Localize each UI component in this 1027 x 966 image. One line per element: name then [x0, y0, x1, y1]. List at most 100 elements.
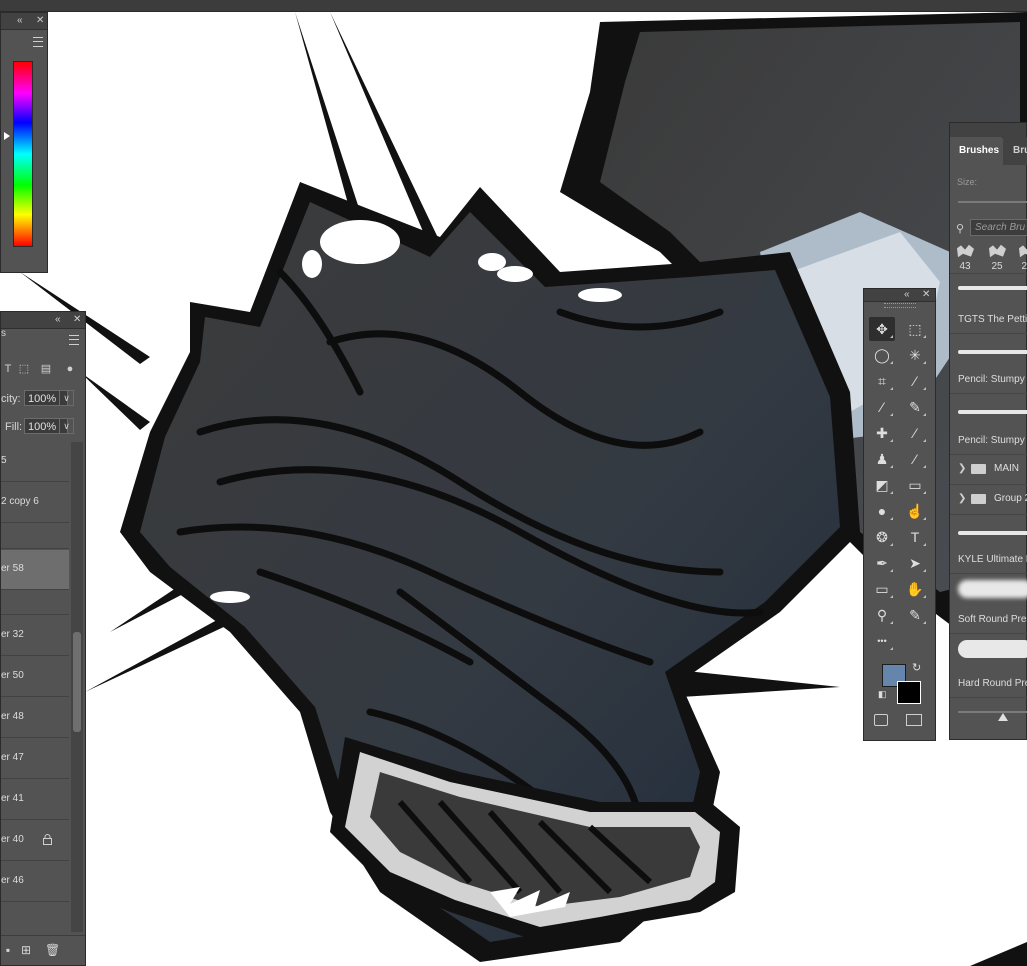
type-filter-icon[interactable]: T [1, 362, 15, 376]
brush-preset[interactable]: Pencil: Stumpy [950, 334, 1027, 394]
crop-icon[interactable]: ⌗ [869, 369, 895, 393]
magic-wand-icon[interactable]: ✳ [902, 343, 928, 367]
gradient-icon[interactable]: ▭ [902, 473, 928, 497]
layer-name: 5 [1, 455, 7, 466]
opacity-label: city: [1, 393, 21, 405]
swap-colors-icon[interactable]: ↻ [912, 661, 921, 674]
panel-menu-icon[interactable] [69, 335, 79, 345]
blur-icon[interactable]: ● [869, 499, 895, 523]
recent-brush-preset[interactable]: 25 [1013, 241, 1027, 275]
eraser-icon[interactable]: ◩ [869, 473, 895, 497]
move-icon[interactable]: ✥ [869, 317, 895, 341]
new-group-icon[interactable]: ▪ [1, 943, 15, 957]
tab-brushes[interactable]: Brushes [950, 137, 1002, 165]
layer-row[interactable] [1, 524, 69, 549]
layers-scrollbar[interactable] [71, 442, 83, 932]
layer-row[interactable]: 5 [1, 442, 69, 482]
color-panel-titlebar[interactable]: « ✕ [1, 13, 47, 30]
hue-slider[interactable] [13, 61, 33, 247]
trash-icon[interactable]: 🗑 [45, 943, 60, 957]
brush-preset[interactable]: Soft Round Pres [950, 574, 1027, 634]
rectangle-icon[interactable]: ▭ [869, 577, 895, 601]
chevron-down-icon[interactable]: ∨ [59, 418, 74, 434]
quick-mask-icon[interactable] [874, 714, 888, 726]
layer-name: er 41 [1, 793, 24, 804]
brush-group[interactable]: ❯ Group 2 [950, 485, 1027, 515]
brush-preset[interactable]: KYLE Ultimate P [950, 515, 1027, 574]
layers-panel-titlebar[interactable]: « ✕ [1, 312, 85, 329]
tools-panel-titlebar[interactable]: « ✕ [864, 289, 935, 302]
size-slider[interactable] [958, 201, 1027, 203]
screen-mode-icon[interactable] [906, 714, 922, 726]
layer-row[interactable]: 2 copy 6 [1, 483, 69, 523]
slider-thumb[interactable] [998, 713, 1008, 721]
close-icon[interactable]: ✕ [36, 14, 44, 28]
brush-preset[interactable]: Pencil: Stumpy [950, 394, 1027, 455]
hand-icon[interactable]: ✋ [902, 577, 928, 601]
healing-icon[interactable]: ✚ [869, 421, 895, 445]
tools-panel: « ✕ ✥ ⬚ ◯ ✳ ⌗ ⁄ ⁄ ✎ ✚ ⁄ ♟ ⁄ ◩ ▭ ● ☝ ❂ T ✒ ➤ ▭ ✋ ⚲ ✎ ••• ↻ ◧ [863, 288, 936, 741]
type-icon[interactable]: T [902, 525, 928, 549]
default-colors-icon[interactable]: ◧ [878, 689, 887, 700]
chevron-right-icon[interactable]: ❯ [958, 463, 966, 474]
preview-size-slider[interactable] [958, 711, 1027, 713]
layer-row-selected[interactable]: er 58 [1, 550, 69, 590]
chevron-right-icon[interactable]: ❯ [958, 493, 966, 504]
collapse-panel-icon[interactable]: « [904, 288, 910, 302]
tool-group-indicator [923, 543, 926, 546]
more-tools-icon[interactable]: ••• [869, 629, 895, 653]
recent-brush-preset[interactable]: 43 [951, 241, 979, 275]
spot-heal-icon[interactable]: ✎ [902, 603, 928, 627]
layer-row[interactable]: er 48 [1, 698, 69, 738]
tool-group-indicator [890, 517, 893, 520]
close-icon[interactable]: ✕ [922, 288, 930, 302]
shape-filter-icon[interactable]: ⬚ [17, 362, 31, 376]
brush-icon[interactable]: ⁄ [869, 395, 895, 419]
background-color-swatch[interactable] [897, 681, 921, 704]
brushes-panel-titlebar[interactable] [950, 123, 1026, 138]
panel-menu-icon[interactable] [33, 37, 43, 47]
layer-row[interactable]: er 41 [1, 780, 69, 820]
recent-brush-preset[interactable]: 25 [983, 241, 1011, 275]
pen-icon[interactable]: ✒ [869, 551, 895, 575]
stamp-icon[interactable]: ♟ [869, 447, 895, 471]
brush-search-input[interactable]: Search Bru [970, 219, 1027, 236]
layer-row[interactable]: er 50 [1, 657, 69, 697]
preset-size: 25 [991, 261, 1003, 272]
zoom-icon[interactable]: ⚲ [869, 603, 895, 627]
collapse-panel-icon[interactable]: « [55, 313, 61, 327]
brush-stroke-preview [958, 286, 1027, 290]
close-icon[interactable]: ✕ [73, 313, 81, 327]
layers-footer: ▪ ⊞ 🗑 [1, 935, 85, 966]
brush-preset[interactable]: Hard Round Pre [950, 634, 1027, 698]
layer-row[interactable]: er 32 [1, 616, 69, 656]
new-layer-icon[interactable]: ⊞ [19, 943, 33, 957]
layer-row[interactable]: er 47 [1, 739, 69, 779]
brush-preset[interactable]: TGTS The Pettib [950, 274, 1027, 334]
smart-object-filter-icon[interactable]: ▤ [39, 362, 53, 376]
drag-handle[interactable] [884, 303, 916, 308]
filter-toggle-icon[interactable]: ● [63, 362, 77, 376]
hue-slider-pointer[interactable] [4, 132, 10, 140]
sponge-icon[interactable]: ❂ [869, 525, 895, 549]
chevron-down-icon[interactable]: ∨ [59, 390, 74, 406]
layer-row[interactable]: er 46 [1, 862, 69, 902]
layer-row[interactable]: er 40 [1, 821, 69, 861]
tool-group-indicator [923, 387, 926, 390]
history-brush-icon[interactable]: ⁄ [902, 421, 928, 445]
smudge-icon[interactable]: ☝ [902, 499, 928, 523]
marquee-icon[interactable]: ⬚ [902, 317, 928, 341]
brush-group[interactable]: ❯ MAIN [950, 455, 1027, 485]
mixer-brush-icon[interactable]: ⁄ [902, 447, 928, 471]
tab-layers[interactable]: s [1, 328, 13, 348]
tab-brush-settings[interactable]: Bru [1003, 137, 1027, 165]
path-select-icon[interactable]: ➤ [902, 551, 928, 575]
pencil-icon[interactable]: ✎ [902, 395, 928, 419]
brushes-panel: Brushes Bru Size: ⚲ Search Bru 43 25 25 … [949, 122, 1027, 740]
layer-row[interactable] [1, 591, 69, 615]
eyedropper-icon[interactable]: ⁄ [902, 369, 928, 393]
tool-group-indicator [923, 517, 926, 520]
lasso-icon[interactable]: ◯ [869, 343, 895, 367]
collapse-panel-icon[interactable]: « [17, 14, 23, 28]
scrollbar-thumb[interactable] [73, 632, 81, 732]
